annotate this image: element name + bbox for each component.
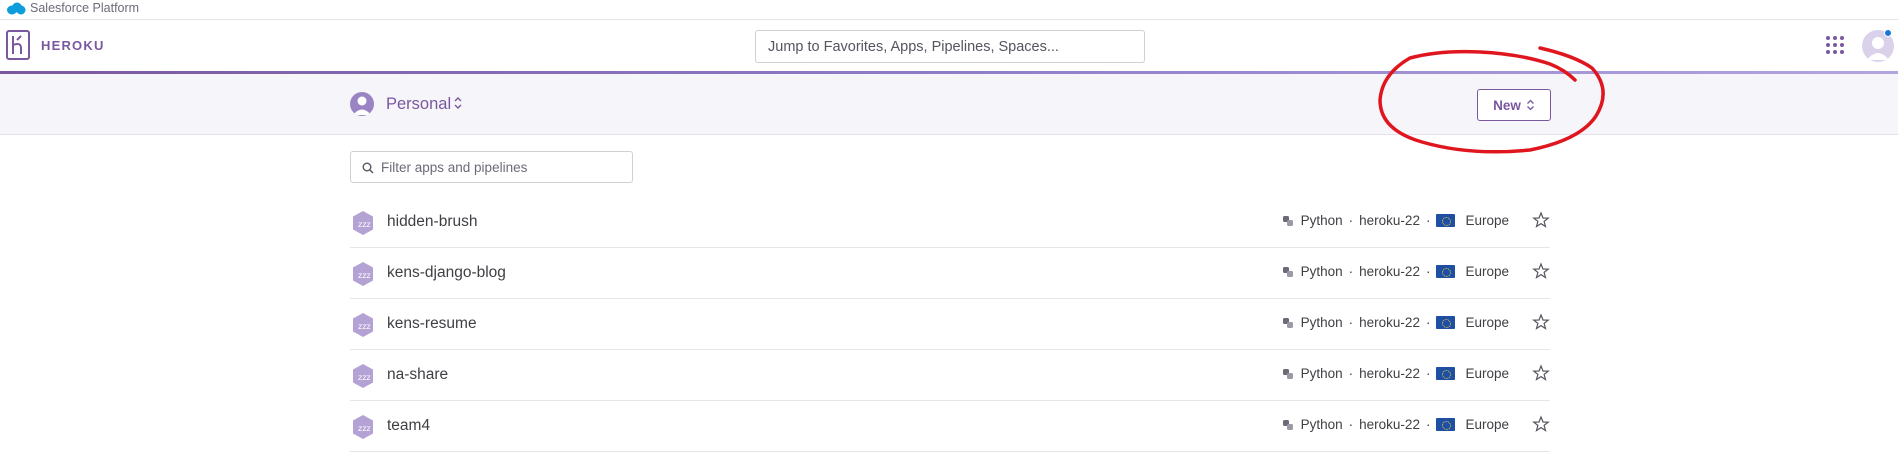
eu-flag-icon bbox=[1436, 214, 1456, 227]
jump-to-search[interactable] bbox=[755, 30, 1145, 63]
salesforce-bar: Salesforce Platform bbox=[0, 0, 1898, 20]
app-region: Europe bbox=[1465, 366, 1509, 381]
eu-flag-icon bbox=[1436, 418, 1456, 431]
grid-icon[interactable] bbox=[1826, 36, 1844, 54]
jump-search-input[interactable] bbox=[756, 31, 1144, 62]
meta-separator: · bbox=[1425, 213, 1431, 228]
app-list: zzz hidden-brush Python · heroku-22 · Eu… bbox=[350, 197, 1550, 452]
svg-text:zzz: zzz bbox=[358, 220, 371, 229]
app-language: Python bbox=[1300, 366, 1343, 381]
python-icon bbox=[1282, 266, 1293, 277]
eu-flag-icon bbox=[1436, 265, 1456, 278]
app-stack: heroku-22 bbox=[1359, 213, 1420, 228]
heroku-logo[interactable] bbox=[6, 30, 30, 60]
python-icon bbox=[1282, 368, 1293, 379]
heroku-logo-icon bbox=[12, 35, 22, 54]
app-region: Europe bbox=[1465, 213, 1509, 228]
app-name[interactable]: kens-resume bbox=[387, 315, 477, 333]
meta-separator: · bbox=[1348, 264, 1354, 279]
app-meta: Python · heroku-22 · Europe bbox=[1282, 264, 1509, 279]
app-name[interactable]: team4 bbox=[387, 417, 430, 435]
meta-separator: · bbox=[1348, 315, 1354, 330]
python-icon bbox=[1282, 215, 1293, 226]
app-row[interactable]: zzz kens-django-blog Python · heroku-22 … bbox=[350, 248, 1550, 299]
salesforce-platform-label: Salesforce Platform bbox=[30, 1, 140, 15]
app-meta: Python · heroku-22 · Europe bbox=[1282, 417, 1509, 432]
app-row[interactable]: zzz kens-resume Python · heroku-22 · Eur… bbox=[350, 299, 1550, 350]
app-language: Python bbox=[1300, 417, 1343, 432]
sleeping-dyno-icon: zzz bbox=[353, 364, 373, 388]
app-row[interactable]: zzz na-share Python · heroku-22 · Europe bbox=[350, 350, 1550, 401]
sleeping-dyno-icon: zzz bbox=[353, 262, 373, 286]
app-region: Europe bbox=[1465, 264, 1509, 279]
svg-text:zzz: zzz bbox=[358, 271, 371, 280]
app-meta: Python · heroku-22 · Europe bbox=[1282, 213, 1509, 228]
app-language: Python bbox=[1300, 213, 1343, 228]
star-icon[interactable] bbox=[1532, 364, 1550, 382]
filter-apps[interactable] bbox=[350, 151, 633, 183]
app-row[interactable]: zzz hidden-brush Python · heroku-22 · Eu… bbox=[350, 197, 1550, 248]
star-icon[interactable] bbox=[1532, 262, 1550, 280]
star-icon[interactable] bbox=[1532, 313, 1550, 331]
app-stack: heroku-22 bbox=[1359, 366, 1420, 381]
meta-separator: · bbox=[1348, 366, 1354, 381]
python-icon bbox=[1282, 317, 1293, 328]
meta-separator: · bbox=[1348, 213, 1354, 228]
heroku-wordmark[interactable]: HEROKU bbox=[41, 38, 105, 53]
star-icon[interactable] bbox=[1532, 211, 1550, 229]
team-switcher-bar bbox=[0, 74, 1898, 135]
person-icon bbox=[353, 96, 371, 115]
chevron-updown-icon[interactable] bbox=[453, 96, 463, 110]
star-icon[interactable] bbox=[1532, 415, 1550, 433]
sleeping-dyno-icon: zzz bbox=[353, 313, 373, 337]
meta-separator: · bbox=[1425, 264, 1431, 279]
app-region: Europe bbox=[1465, 417, 1509, 432]
app-meta: Python · heroku-22 · Europe bbox=[1282, 315, 1509, 330]
meta-separator: · bbox=[1425, 315, 1431, 330]
python-icon bbox=[1282, 419, 1293, 430]
team-switcher-label[interactable]: Personal bbox=[386, 95, 451, 114]
app-name[interactable]: na-share bbox=[387, 366, 448, 384]
eu-flag-icon bbox=[1436, 367, 1456, 380]
app-row[interactable]: zzz team4 Python · heroku-22 · Europe bbox=[350, 401, 1550, 452]
sleeping-dyno-icon: zzz bbox=[353, 211, 373, 235]
app-language: Python bbox=[1300, 315, 1343, 330]
svg-text:zzz: zzz bbox=[358, 424, 371, 433]
svg-text:zzz: zzz bbox=[358, 373, 371, 382]
app-name[interactable]: hidden-brush bbox=[387, 213, 477, 231]
personal-avatar-icon[interactable] bbox=[350, 92, 374, 116]
app-stack: heroku-22 bbox=[1359, 264, 1420, 279]
app-language: Python bbox=[1300, 264, 1343, 279]
sleeping-dyno-icon: zzz bbox=[353, 415, 373, 439]
meta-separator: · bbox=[1348, 417, 1354, 432]
salesforce-cloud-icon bbox=[7, 2, 26, 15]
meta-separator: · bbox=[1425, 417, 1431, 432]
eu-flag-icon bbox=[1436, 316, 1456, 329]
app-stack: heroku-22 bbox=[1359, 417, 1420, 432]
meta-separator: · bbox=[1425, 366, 1431, 381]
filter-input[interactable] bbox=[381, 152, 626, 182]
search-icon bbox=[362, 162, 374, 174]
red-annotation-circle bbox=[1378, 46, 1605, 154]
svg-text:zzz: zzz bbox=[358, 322, 371, 331]
app-region: Europe bbox=[1465, 315, 1509, 330]
notification-dot bbox=[1884, 29, 1892, 37]
app-meta: Python · heroku-22 · Europe bbox=[1282, 366, 1509, 381]
app-name[interactable]: kens-django-blog bbox=[387, 264, 506, 282]
app-stack: heroku-22 bbox=[1359, 315, 1420, 330]
